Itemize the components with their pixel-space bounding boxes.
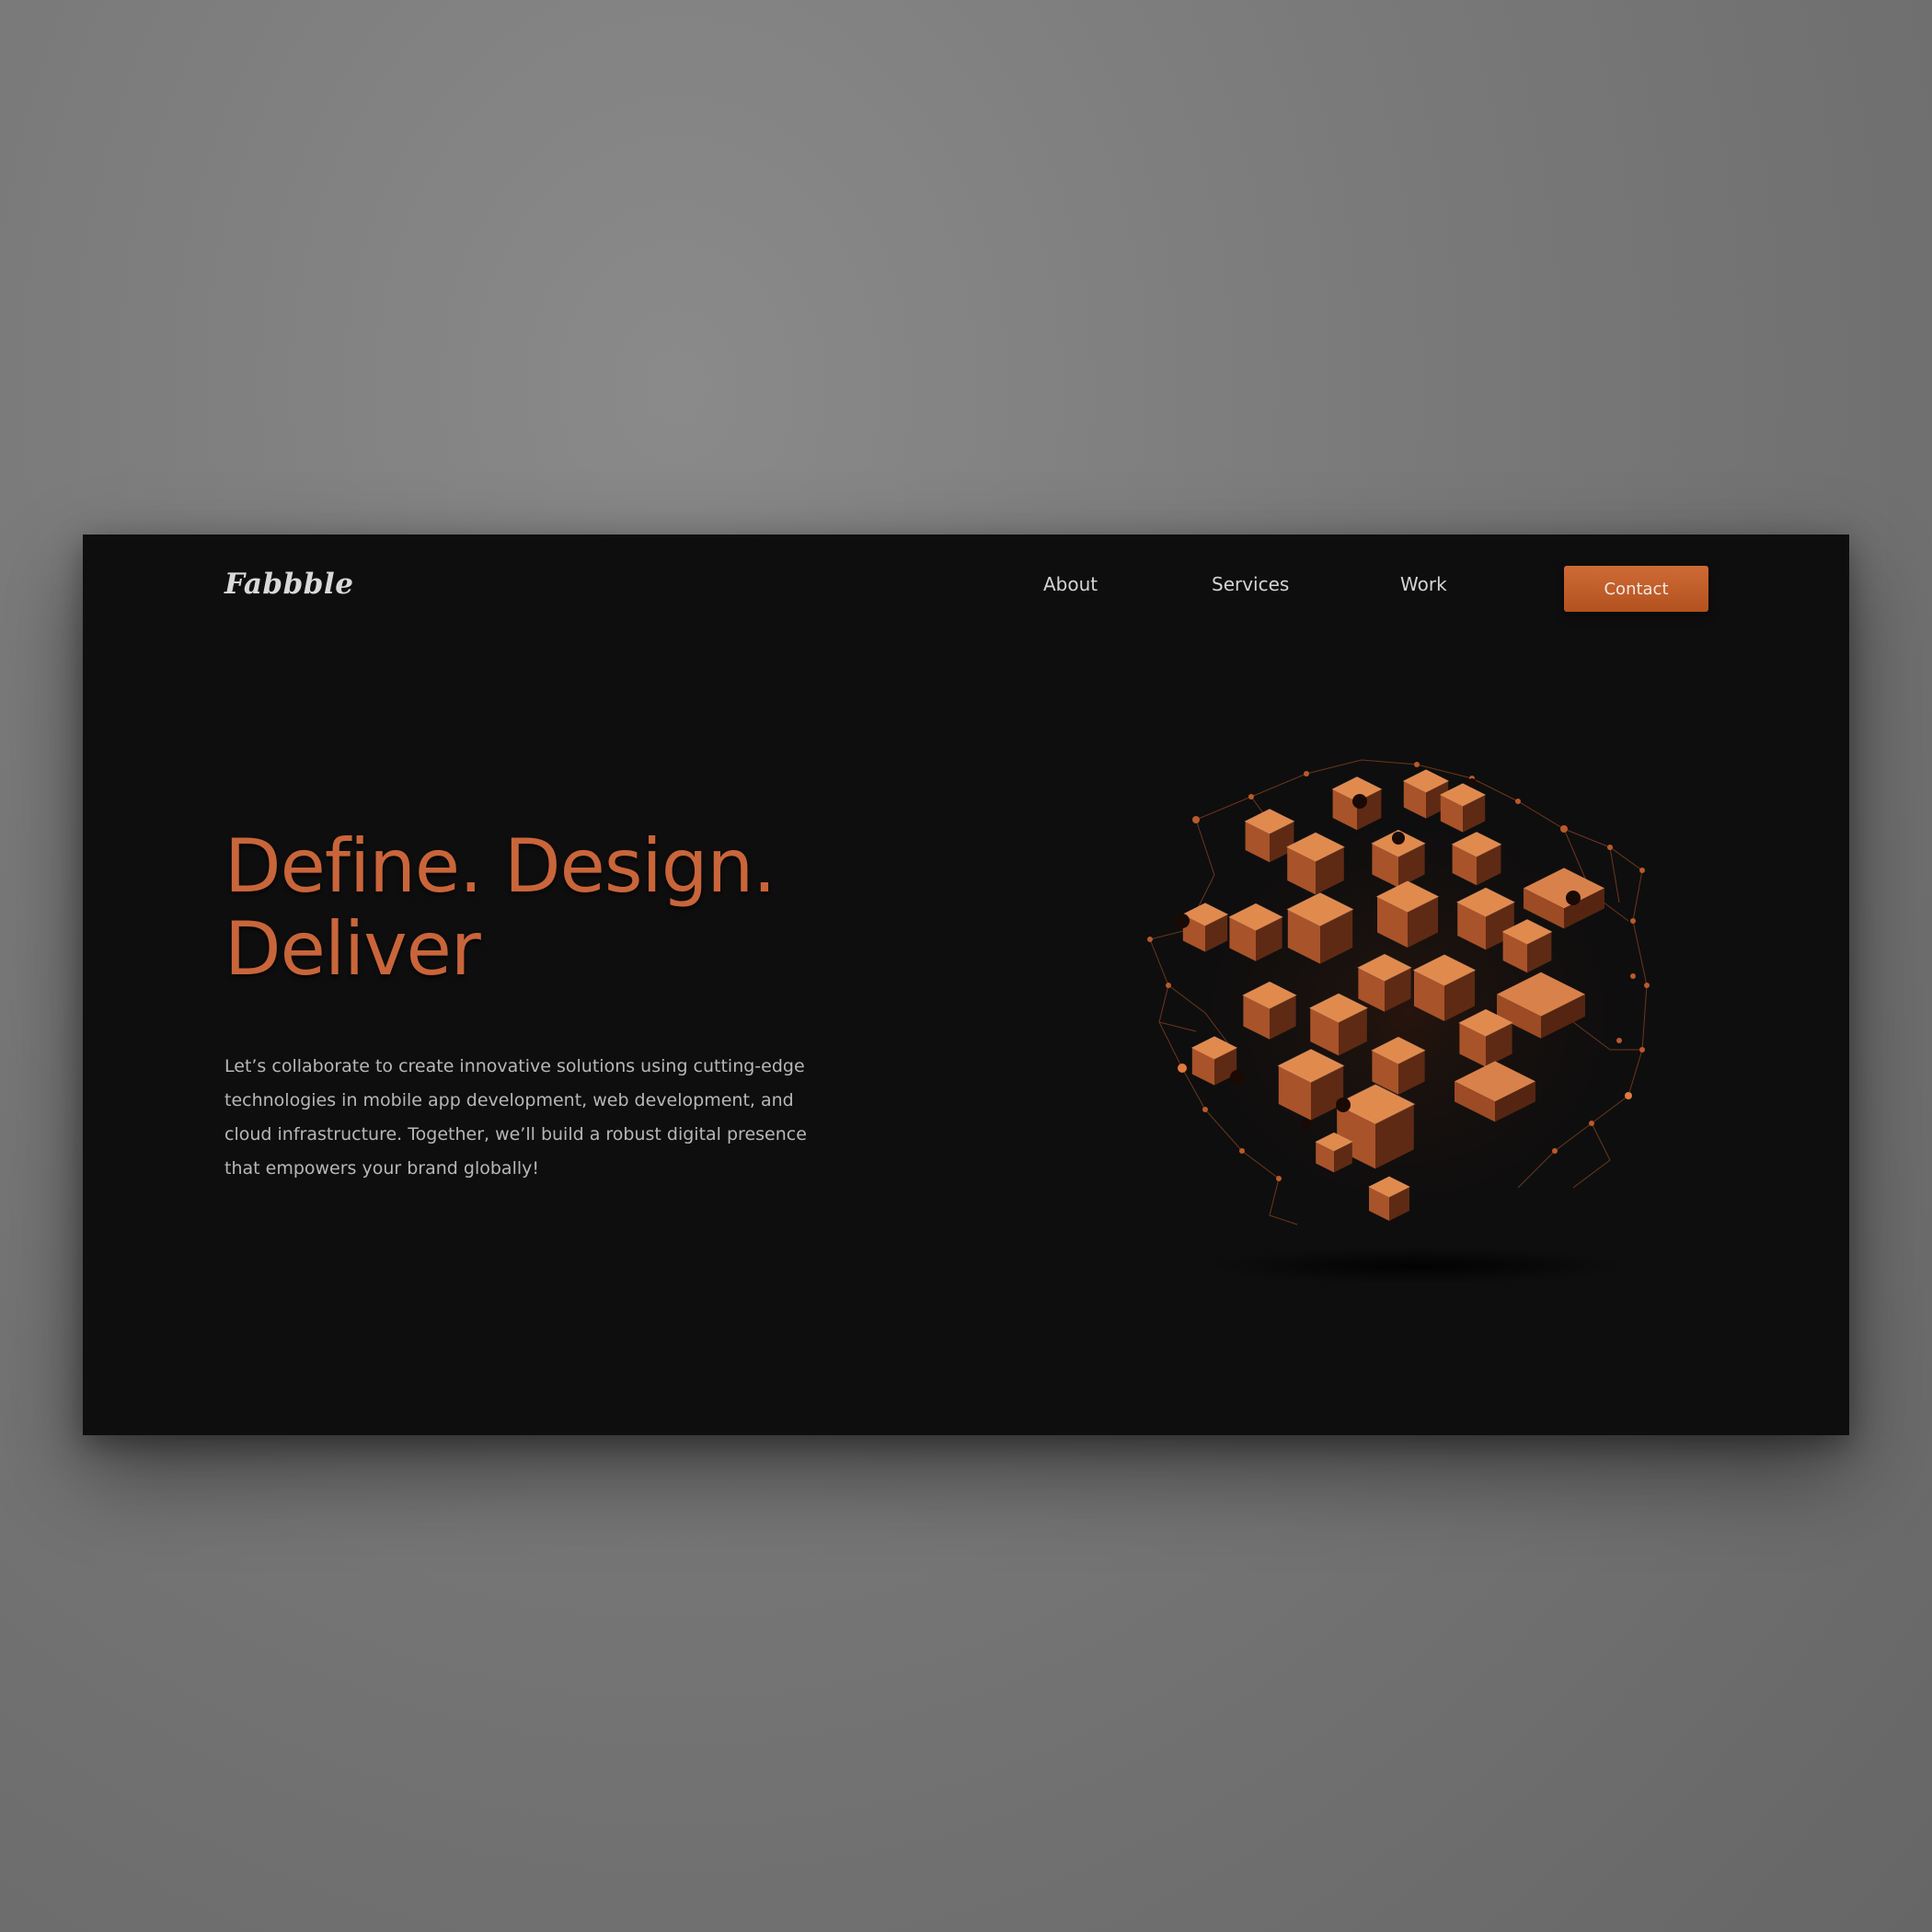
landing-page: Fabbble About Services Work Contact Defi… [83,535,1849,1435]
nav-link-about[interactable]: About [1043,573,1098,595]
hero-title-line-1: Define. Design. [224,823,776,909]
top-navigation: Fabbble About Services Work Contact [83,535,1849,645]
contact-button[interactable]: Contact [1564,566,1708,612]
hero-title: Define. Design. Deliver [224,825,776,991]
nav-link-work[interactable]: Work [1400,573,1447,595]
nav-link-services[interactable]: Services [1212,573,1289,595]
hero-description: Let’s collaborate to create innovative s… [224,1056,807,1179]
hero-title-line-2: Deliver [224,906,481,992]
brand-logo[interactable]: Fabbble [224,568,353,601]
floor-shadow [1205,1248,1628,1284]
cube-cluster-illustration [1147,759,1665,1284]
